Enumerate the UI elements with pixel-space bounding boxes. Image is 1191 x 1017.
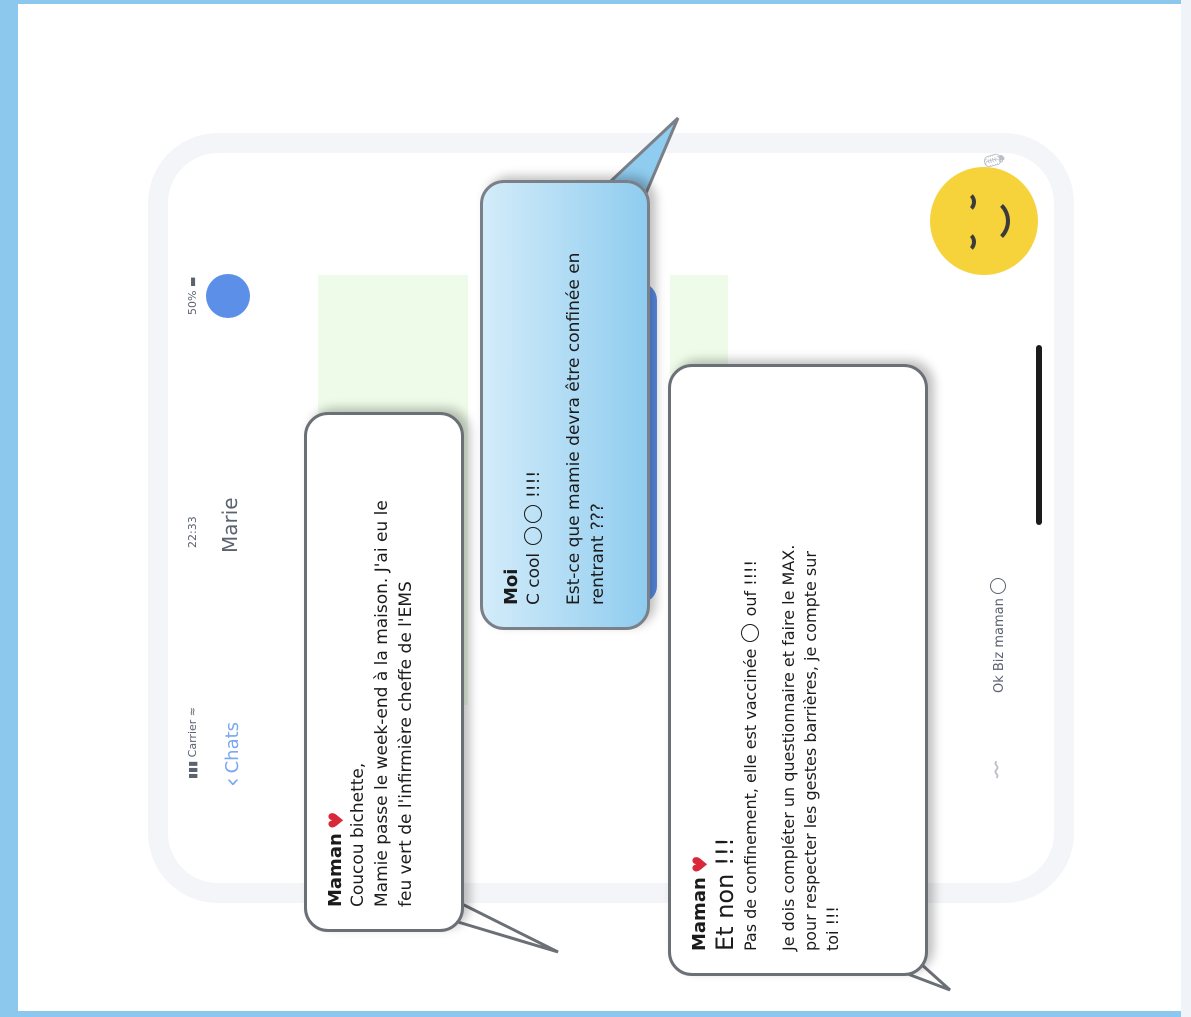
chat-header: ‹ Chats Marie (206, 153, 260, 883)
avatar[interactable] (206, 274, 250, 318)
message-line: pour respecter les gestes barrières, je … (801, 551, 820, 951)
back-chevron-icon: ‹ (218, 777, 246, 787)
battery-indicator: 50% ▬ (186, 276, 199, 315)
message-line: Je dois compléter un questionnaire et fa… (779, 544, 798, 951)
heart-icon: ♥ (687, 855, 712, 874)
status-bar: ▮▮▮ Carrier ≈ 22:33 50% ▬ (186, 153, 206, 883)
message-line: C cool !!!! (524, 470, 544, 605)
back-button[interactable]: ‹ Chats (218, 722, 246, 787)
home-indicator (1036, 345, 1042, 525)
smiley-mouth (976, 197, 1010, 245)
signal-icon: ▮▮▮ (186, 760, 199, 779)
smiley-eye (954, 231, 976, 253)
page-margin (1181, 0, 1191, 1017)
smiley-emoji-icon (524, 527, 542, 546)
smiley-emoji-icon (990, 578, 1006, 595)
message-input[interactable]: Ok Biz maman (990, 578, 1007, 693)
smiley-emoji-icon (741, 623, 759, 642)
message-bubble-maman-1: Maman ♥ Coucou bichette, Mamie passe le … (304, 412, 464, 932)
paperclip-icon[interactable]: ⌇ (991, 759, 1002, 784)
message-bubble-maman-2: Maman ♥ Et non !!! Pas de confinement, e… (668, 364, 928, 976)
sender-name: Maman ♥ (323, 811, 348, 907)
message-line: Coucou bichette, (348, 762, 368, 907)
smiley-emoji-icon (524, 505, 542, 524)
message-line: toi !!! (823, 906, 842, 951)
message-bubble-moi: Moi C cool !!!! Est-ce que mamie devra ê… (480, 180, 650, 630)
message-line: Pas de confinement, elle est vaccinée ou… (741, 560, 760, 951)
carrier-label: ▮▮▮ Carrier ≈ (186, 706, 199, 779)
rotated-scene: ▮▮▮ Carrier ≈ 22:33 50% ▬ ‹ Chats Marie … (8, 18, 1108, 1017)
battery-icon: ▬ (186, 276, 199, 288)
status-time: 22:33 (186, 516, 199, 548)
bubble-tail (451, 897, 559, 954)
message-line: rentrant ??? (588, 503, 608, 605)
smiley-icon (930, 167, 1038, 275)
heart-icon: ♥ (323, 811, 348, 830)
message-composer[interactable]: ⌇ Ok Biz maman ◌ 🎙 (978, 148, 1022, 813)
wifi-icon: ≈ (186, 706, 199, 717)
sender-name: Maman ♥ (687, 855, 712, 951)
message-line: feu vert de l'infirmière cheffe de l'EMS (396, 581, 416, 907)
message-headline: Et non !!! (711, 837, 739, 951)
message-line: Est-ce que mamie devra être confinée en (564, 252, 584, 605)
smiley-eye (954, 191, 976, 213)
sender-name: Moi (501, 568, 522, 605)
message-line: Mamie passe le week-end à la maison. J'a… (372, 500, 392, 907)
contact-name: Marie (218, 497, 242, 553)
